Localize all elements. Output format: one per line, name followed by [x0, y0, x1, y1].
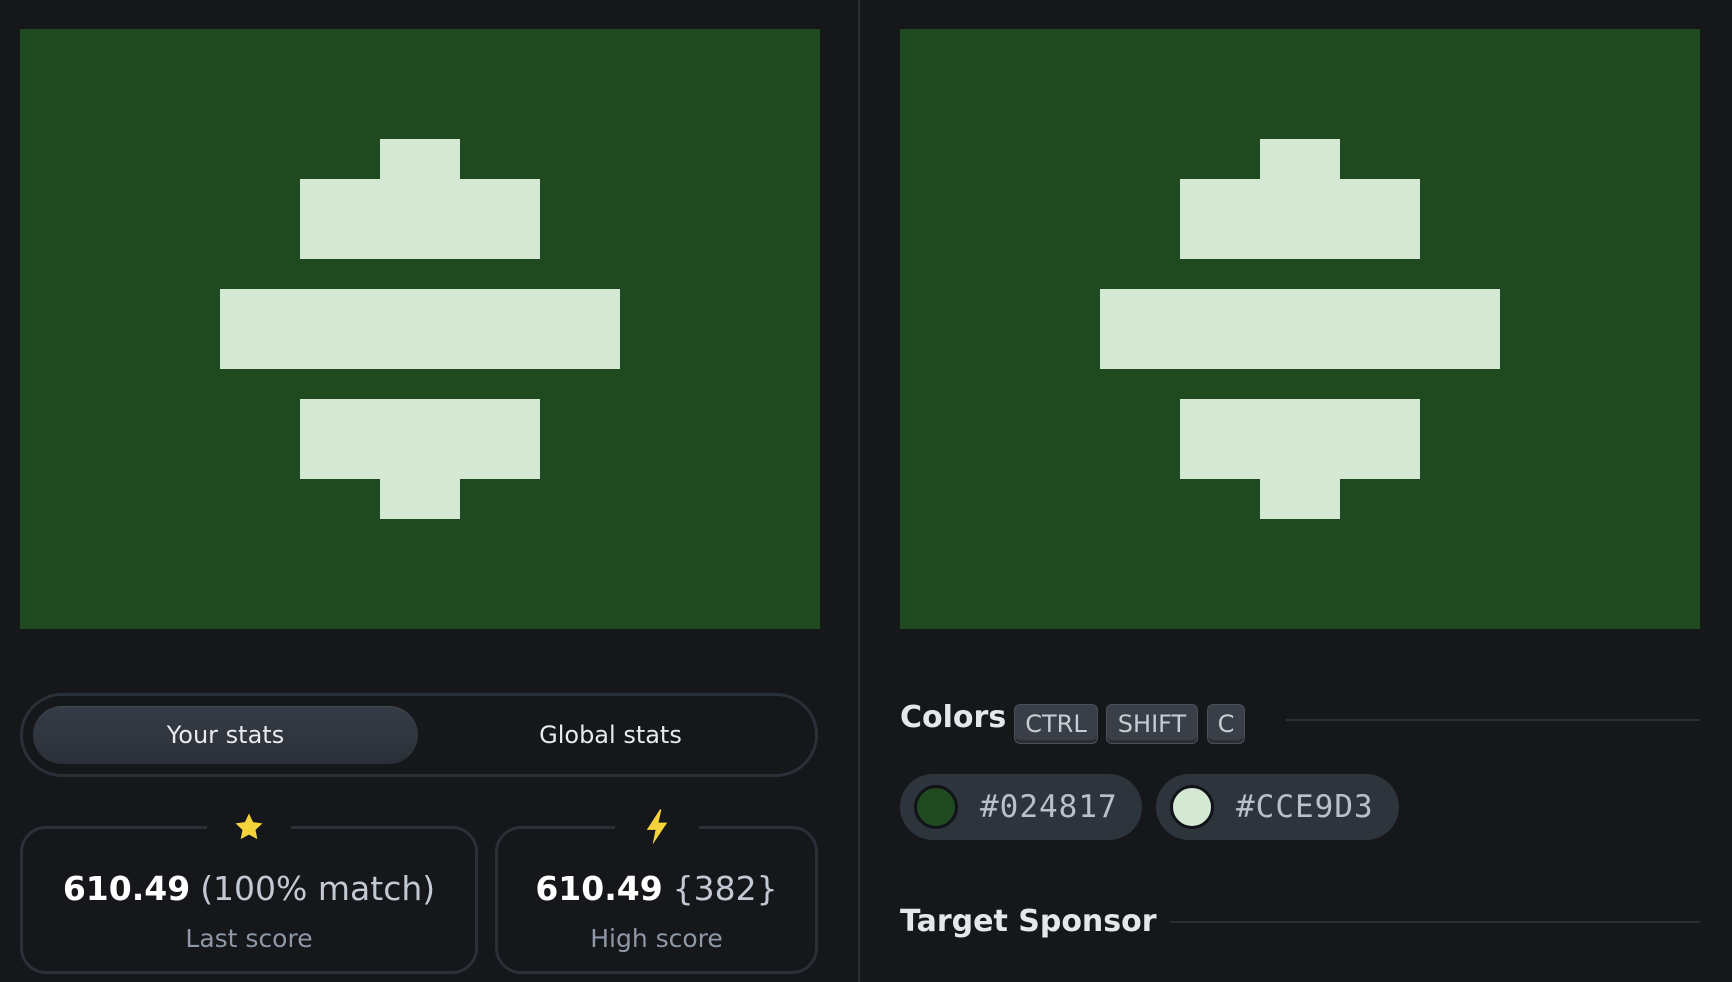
shortcut-key-c: C: [1207, 704, 1245, 744]
color-swatch[interactable]: #024817: [900, 774, 1142, 840]
battle-screen: Your stats Global stats 610.49 (100% matc…: [0, 0, 1732, 982]
sponsor-divider: [1170, 921, 1700, 923]
high-score-row: 610.49 {382}: [498, 869, 815, 908]
last-score-caption: Last score: [185, 924, 313, 953]
color-dot: [914, 785, 958, 829]
target-render: [900, 29, 1700, 629]
shortcut-key-shift: SHIFT: [1106, 704, 1198, 744]
shape-bottom-nub: [1260, 479, 1340, 519]
high-score-card: 610.49 {382} High score: [495, 807, 818, 974]
shape-top-nub: [380, 139, 460, 179]
target-canvas: [900, 29, 1700, 629]
color-hex-label: #CCE9D3: [1236, 789, 1374, 825]
shape-top-bar: [300, 179, 540, 259]
color-hex-label: #024817: [980, 789, 1118, 825]
shape-middle-bar: [220, 289, 620, 369]
your-stats-tab[interactable]: Your stats: [33, 706, 418, 764]
last-score-row: 610.49 (100% match): [23, 869, 475, 908]
color-swatch[interactable]: #CCE9D3: [1156, 774, 1399, 840]
shape-top-nub: [1260, 139, 1340, 179]
color-dot: [1170, 785, 1214, 829]
high-score-rank: {382}: [672, 869, 778, 908]
colors-heading: Colors: [900, 700, 1007, 735]
last-score-value: 610.49: [62, 869, 191, 908]
star-icon: [207, 807, 291, 847]
shape-top-bar: [1180, 179, 1420, 259]
last-score-card: 610.49 (100% match) Last score: [20, 807, 478, 974]
colors-divider: [1286, 719, 1700, 721]
output-render: [20, 29, 820, 629]
stats-toggle: Your stats Global stats: [20, 693, 818, 777]
global-stats-tab[interactable]: Global stats: [418, 706, 803, 764]
panel-divider: [858, 0, 860, 982]
shape-middle-bar: [1100, 289, 1500, 369]
shortcut-key-ctrl: CTRL: [1014, 704, 1098, 744]
shape-bottom-nub: [380, 479, 460, 519]
shape-bottom-bar: [1180, 399, 1420, 479]
shape-bottom-bar: [300, 399, 540, 479]
high-score-caption: High score: [590, 924, 723, 953]
output-canvas: [20, 29, 820, 629]
last-score-match: (100% match): [200, 869, 436, 908]
lightning-icon: [614, 807, 699, 847]
target-sponsor-heading: Target Sponsor: [900, 904, 1157, 939]
high-score-value: 610.49: [535, 869, 663, 908]
